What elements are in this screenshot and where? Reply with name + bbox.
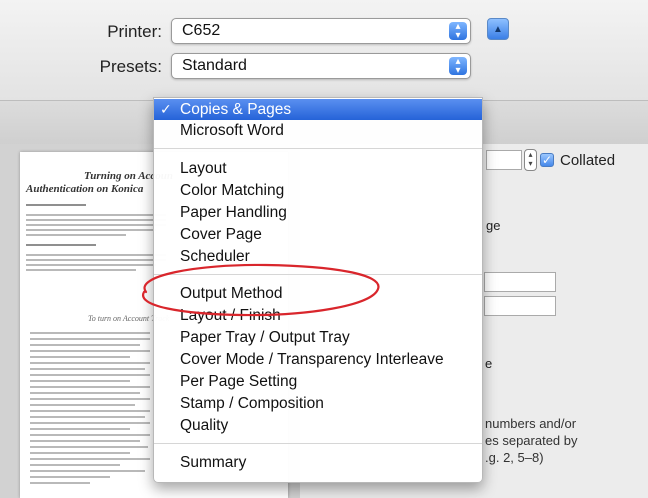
- range-option-peek: ge: [486, 218, 501, 233]
- printer-value: C652: [182, 22, 221, 39]
- menu-separator: [154, 274, 482, 275]
- collated-label: Collated: [560, 152, 616, 169]
- presets-popup[interactable]: Standard ▴ ▾: [171, 53, 471, 79]
- menu-item-summary[interactable]: Summary: [154, 452, 482, 473]
- menu-item-layout-finish[interactable]: Layout / Finish: [154, 305, 482, 326]
- menu-separator: [154, 148, 482, 149]
- printer-label: Printer:: [107, 22, 162, 41]
- menu-item-microsoft-word[interactable]: Microsoft Word: [154, 120, 482, 141]
- menu-item-paper-tray-output-tray[interactable]: Paper Tray / Output Tray: [154, 327, 482, 348]
- menu-item-color-matching[interactable]: Color Matching: [154, 180, 482, 201]
- menu-item-quality[interactable]: Quality: [154, 415, 482, 436]
- to-field[interactable]: [484, 296, 556, 316]
- pages-hint-line3: .g. 2, 5–8): [485, 450, 544, 465]
- menu-item-output-method[interactable]: Output Method: [154, 283, 482, 304]
- menu-item-stamp-composition[interactable]: Stamp / Composition: [154, 393, 482, 414]
- presets-label: Presets:: [99, 57, 162, 76]
- copies-field[interactable]: [486, 150, 522, 170]
- collated-checkbox[interactable]: ✓: [540, 153, 554, 167]
- menu-item-scheduler[interactable]: Scheduler: [154, 246, 482, 267]
- menu-item-copies-pages[interactable]: ✓ Copies & Pages: [154, 99, 482, 120]
- menu-item-cover-page[interactable]: Cover Page: [154, 224, 482, 245]
- menu-separator: [154, 443, 482, 444]
- printer-popup-arrows-icon: ▴ ▾: [449, 22, 467, 41]
- disclosure-triangle-icon[interactable]: ▲: [487, 18, 509, 40]
- presets-value: Standard: [182, 57, 247, 74]
- menu-item-per-page-setting[interactable]: Per Page Setting: [154, 371, 482, 392]
- pages-hint-line2: es separated by: [485, 433, 578, 448]
- panel-menu: ✓ Copies & Pages Microsoft Word Layout C…: [153, 97, 483, 483]
- presets-popup-arrows-icon: ▴ ▾: [449, 57, 467, 76]
- checkmark-icon: ✓: [160, 101, 172, 117]
- print-dialog-header: Printer: C652 ▴ ▾ ▲ Presets: Standard ▴ ▾: [0, 0, 648, 100]
- selection-option-peek: e: [485, 356, 493, 371]
- menu-item-layout[interactable]: Layout: [154, 158, 482, 179]
- from-field[interactable]: [484, 272, 556, 292]
- printer-popup[interactable]: C652 ▴ ▾: [171, 18, 471, 44]
- menu-item-paper-handling[interactable]: Paper Handling: [154, 202, 482, 223]
- pages-hint-line1: numbers and/or: [485, 416, 577, 431]
- menu-item-cover-mode[interactable]: Cover Mode / Transparency Interleave: [154, 349, 482, 370]
- copies-stepper[interactable]: ▴ ▾: [524, 149, 537, 171]
